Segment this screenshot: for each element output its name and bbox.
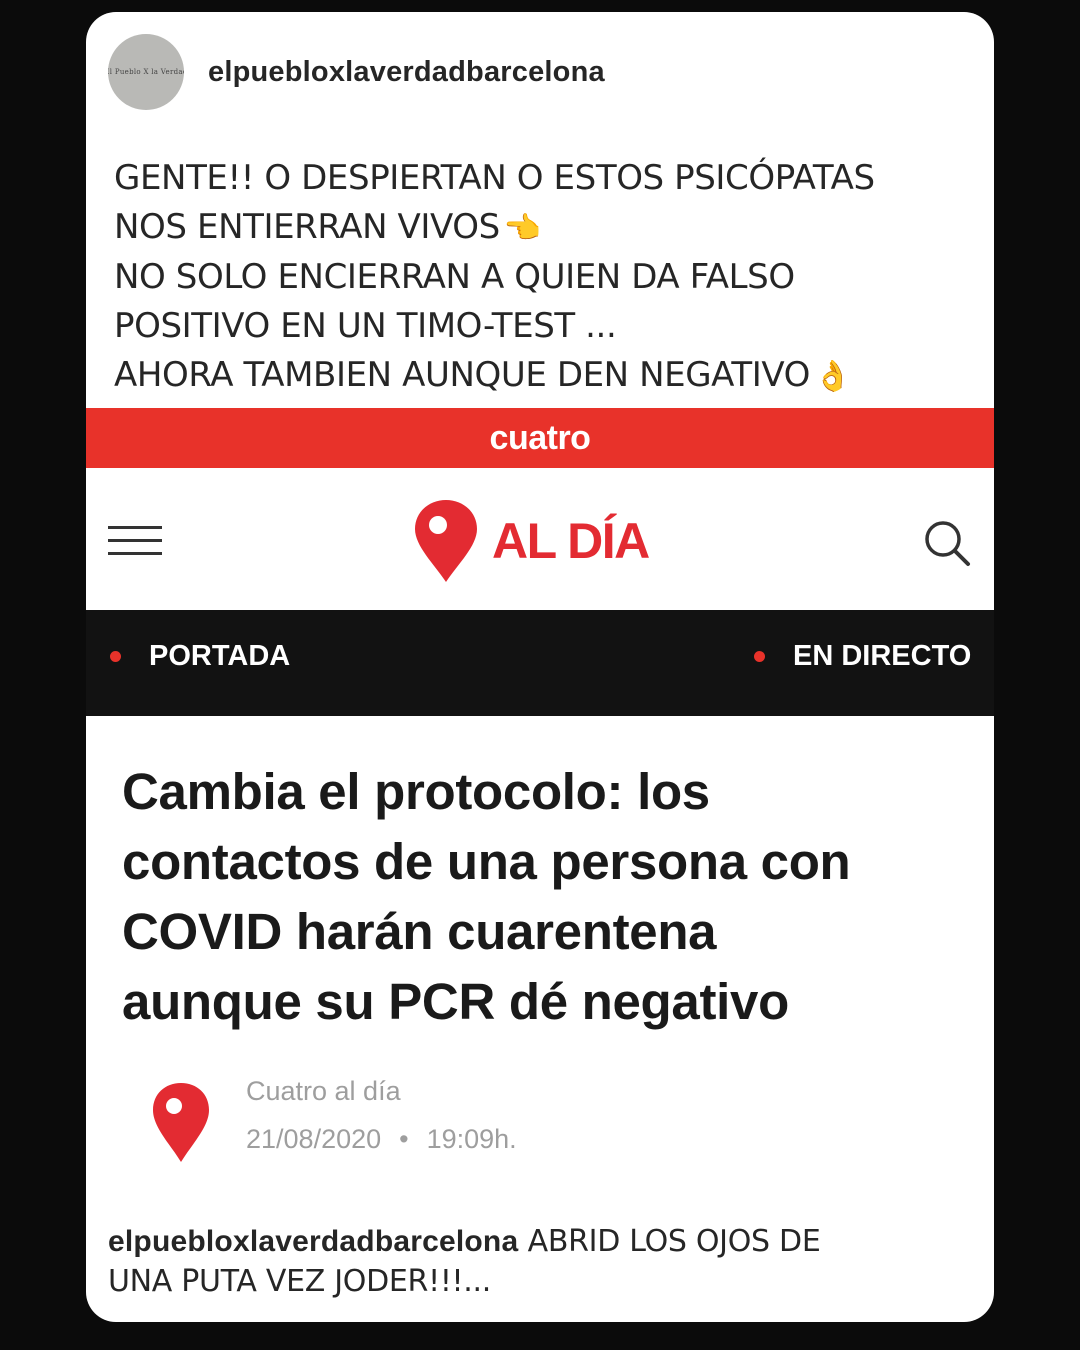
cuatro-brand-band: cuatro xyxy=(86,408,994,468)
caption-username[interactable]: elpuebloxlaverdadbarcelona xyxy=(108,1225,518,1258)
search-icon[interactable] xyxy=(922,518,972,568)
site-header: AL DÍA xyxy=(86,468,994,610)
nav-item-label: EN DIRECTO xyxy=(793,640,972,672)
post-text-line: GENTE!! O DESPIERTAN O ESTOS PSICÓPATAS xyxy=(114,158,875,198)
caption-line: UNA PUTA VEZ JODER!!!... xyxy=(108,1264,491,1299)
pointing-hand-icon: 👈 xyxy=(503,211,541,246)
article-datetime: 21/08/2020 • 19:09h. xyxy=(246,1124,517,1155)
nav-item-en-directo[interactable]: EN DIRECTO xyxy=(754,640,971,673)
post-text-line: NO SOLO ENCIERRAN A QUIEN DA FALSO xyxy=(114,257,795,297)
headline-line: COVID harán cuarentena xyxy=(122,903,717,960)
headline-line: contactos de una persona con xyxy=(122,833,851,890)
ok-hand-icon: 👌 xyxy=(814,359,851,394)
source-pin-icon xyxy=(150,1080,212,1164)
post-text-line: POSITIVO EN UN TIMO-TEST ... xyxy=(114,306,617,346)
location-pin-icon xyxy=(415,500,477,582)
nav-item-label: PORTADA xyxy=(149,640,291,672)
article-time: 19:09h. xyxy=(426,1124,517,1154)
caption-text: ABRID LOS OJOS DE xyxy=(518,1224,821,1259)
post-header: El Pueblo X la Verdad elpuebloxlaverdadb… xyxy=(108,34,605,110)
red-dot-icon xyxy=(110,651,121,662)
post-caption: elpuebloxlaverdadbarcelona ABRID LOS OJO… xyxy=(108,1222,978,1302)
post-username[interactable]: elpuebloxlaverdadbarcelona xyxy=(208,56,605,89)
article-date: 21/08/2020 xyxy=(246,1124,382,1154)
caption-line: elpuebloxlaverdadbarcelona ABRID LOS OJO… xyxy=(108,1222,978,1262)
post-text-line: AHORA TAMBIEN AUNQUE DEN NEGATIVO 👌 xyxy=(114,351,974,401)
headline-line: Cambia el protocolo: los xyxy=(122,763,710,820)
post-text: GENTE!! O DESPIERTAN O ESTOS PSICÓPATAS … xyxy=(114,154,974,401)
al-dia-logo[interactable]: AL DÍA xyxy=(412,498,650,584)
separator-dot: • xyxy=(399,1124,409,1154)
article-headline[interactable]: Cambia el protocolo: los contactos de un… xyxy=(122,757,962,1037)
article-source[interactable]: Cuatro al día xyxy=(246,1076,401,1107)
avatar[interactable]: El Pueblo X la Verdad xyxy=(108,34,184,110)
red-dot-icon xyxy=(754,651,765,662)
post-text-line: NOS ENTIERRAN VIVOS 👈 xyxy=(114,203,974,253)
section-nav: PORTADA EN DIRECTO xyxy=(86,610,994,716)
instagram-post-card: El Pueblo X la Verdad elpuebloxlaverdadb… xyxy=(86,12,994,1322)
nav-item-portada[interactable]: PORTADA xyxy=(110,640,290,673)
avatar-text: El Pueblo X la Verdad xyxy=(108,68,184,76)
post-text-line-content: NOS ENTIERRAN VIVOS xyxy=(114,207,500,247)
hamburger-icon[interactable] xyxy=(108,524,164,556)
logo-text: AL DÍA xyxy=(492,513,650,569)
post-text-line-content: AHORA TAMBIEN AUNQUE DEN NEGATIVO xyxy=(114,355,811,395)
cuatro-logo[interactable]: cuatro xyxy=(490,419,591,458)
headline-line: aunque su PCR dé negativo xyxy=(122,973,789,1030)
